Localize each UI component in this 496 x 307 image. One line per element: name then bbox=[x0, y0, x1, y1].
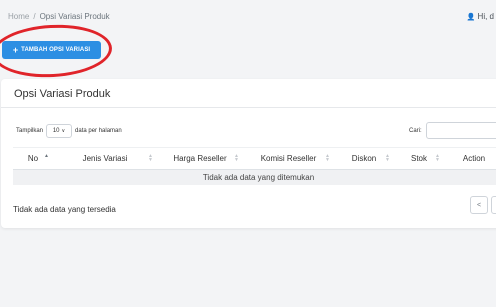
column-header-action: Action bbox=[444, 147, 496, 170]
breadcrumb-current: Opsi Variasi Produk bbox=[39, 12, 110, 21]
add-variation-option-button[interactable]: + TAMBAH OPSI VARIASI bbox=[2, 41, 101, 59]
column-header-stok[interactable]: Stok ▲ ▼ bbox=[394, 147, 444, 170]
sort-icon: ▲ ▼ bbox=[325, 153, 330, 163]
empty-table-message: Tidak ada data yang ditemukan bbox=[13, 169, 496, 185]
plus-icon: + bbox=[12, 44, 19, 55]
page-length-control: Tampilkan 10 ∨ data per halaman bbox=[16, 124, 122, 138]
sort-icon: ▲ ▼ bbox=[385, 153, 390, 163]
page-title: Opsi Variasi Produk bbox=[14, 88, 111, 100]
column-header-harga-reseller[interactable]: Harga Reseller ▲ ▼ bbox=[157, 147, 243, 170]
user-menu[interactable]: 👤 Hi, d bbox=[467, 12, 494, 21]
search-input[interactable] bbox=[425, 122, 496, 139]
breadcrumb: Home / Opsi Variasi Produk bbox=[8, 12, 110, 21]
search-label: Cari: bbox=[409, 127, 422, 134]
prev-page-button[interactable]: < bbox=[470, 196, 488, 214]
sort-icon: ▲ ▼ bbox=[148, 153, 153, 163]
sort-icon: ▲ ▼ bbox=[435, 153, 440, 163]
column-header-no[interactable]: No ▲ bbox=[13, 147, 53, 170]
search-control: Cari: bbox=[409, 122, 496, 139]
column-header-komisi-reseller[interactable]: Komisi Reseller ▲ ▼ bbox=[243, 147, 334, 170]
table-row: Tidak ada data yang ditemukan bbox=[13, 169, 496, 185]
page-length-prefix: Tampilkan bbox=[16, 128, 44, 134]
column-header-jenis-variasi[interactable]: Jenis Variasi ▲ ▼ bbox=[53, 147, 157, 170]
page-length-suffix: data per halaman bbox=[75, 128, 122, 134]
sort-icon: ▲ ▼ bbox=[234, 153, 239, 163]
table-info: Tidak ada data yang tersedia bbox=[13, 205, 116, 214]
variation-options-table: No ▲ Jenis Variasi ▲ ▼ Harga Reseller ▲ ▼ Kom… bbox=[13, 147, 496, 185]
user-greeting: Hi, d bbox=[477, 12, 494, 21]
top-bar: Home / Opsi Variasi Produk 👤 Hi, d bbox=[0, 0, 496, 34]
pagination: < > bbox=[470, 196, 496, 214]
add-variation-option-label: TAMBAH OPSI VARIASI bbox=[21, 47, 91, 53]
breadcrumb-separator: / bbox=[33, 12, 36, 21]
page-length-select[interactable]: 10 ∨ bbox=[46, 124, 73, 138]
breadcrumb-home[interactable]: Home bbox=[8, 12, 29, 21]
user-icon: 👤 bbox=[466, 14, 476, 21]
page-length-value: 10 bbox=[52, 128, 60, 134]
sort-asc-icon: ▲ bbox=[44, 153, 49, 159]
variation-options-card: Opsi Variasi Produk Tampilkan 10 ∨ data … bbox=[1, 79, 496, 228]
chevron-down-icon: ∨ bbox=[61, 128, 66, 134]
card-divider bbox=[1, 107, 496, 108]
next-page-button[interactable]: > bbox=[491, 196, 496, 214]
column-header-diskon[interactable]: Diskon ▲ ▼ bbox=[334, 147, 394, 170]
table-header-row: No ▲ Jenis Variasi ▲ ▼ Harga Reseller ▲ ▼ Kom… bbox=[13, 147, 496, 170]
